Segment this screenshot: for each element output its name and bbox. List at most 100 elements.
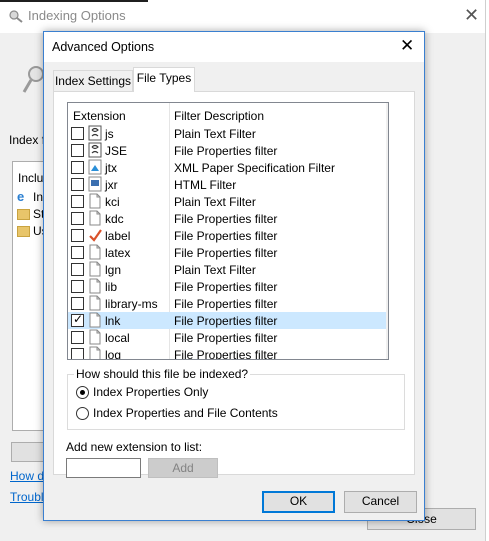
blank-file-icon xyxy=(89,295,101,311)
filter-description-cell: XML Paper Specification Filter xyxy=(174,161,335,175)
extension-cell: kci xyxy=(105,195,120,209)
row-checkbox[interactable] xyxy=(71,212,84,225)
row-checkbox[interactable] xyxy=(71,297,84,310)
window-edge xyxy=(485,0,489,541)
row-checkbox[interactable] xyxy=(71,178,84,191)
extension-cell: lib xyxy=(105,280,118,294)
advanced-options-dialog: Advanced Options ✕ Index Settings File T… xyxy=(43,31,425,521)
folder-icon xyxy=(17,225,30,237)
filter-description-cell: File Properties filter xyxy=(174,314,278,328)
blank-file-icon xyxy=(89,346,101,359)
extension-cell: lgn xyxy=(105,263,122,277)
modify-button[interactable] xyxy=(11,442,47,462)
table-row[interactable]: lib File Properties filter xyxy=(68,278,386,295)
table-row[interactable]: jtx XML Paper Specification Filter xyxy=(68,159,386,176)
table-row[interactable]: kci Plain Text Filter xyxy=(68,193,386,210)
table-row[interactable]: js Plain Text Filter xyxy=(68,125,386,142)
table-row[interactable]: lnk File Properties filter xyxy=(68,312,386,329)
filter-description-cell: Plain Text Filter xyxy=(174,195,256,209)
file-extension-list[interactable]: Extension Filter Description js Plain Tex… xyxy=(67,102,389,360)
add-extension-input[interactable] xyxy=(66,458,141,478)
extension-cell: label xyxy=(105,229,131,243)
cancel-button[interactable]: Cancel xyxy=(344,491,417,513)
filter-description-cell: File Properties filter xyxy=(174,144,278,158)
script-file-icon xyxy=(88,125,102,141)
indexing-options-title: Indexing Options xyxy=(28,8,126,23)
list-item[interactable]: e In xyxy=(17,189,43,205)
xps-file-icon xyxy=(88,159,102,175)
list-item-label: In xyxy=(33,190,44,204)
ok-button[interactable]: OK xyxy=(262,491,335,513)
table-row[interactable]: latex File Properties filter xyxy=(68,244,386,261)
blank-file-icon xyxy=(89,329,101,345)
filter-description-cell: File Properties filter xyxy=(174,297,278,311)
row-checkbox[interactable] xyxy=(71,280,84,293)
filter-description-cell: HTML Filter xyxy=(174,178,237,192)
row-checkbox[interactable] xyxy=(71,161,84,174)
blank-file-icon xyxy=(89,278,101,294)
extension-cell: kdc xyxy=(105,212,124,226)
table-row[interactable]: jxr HTML Filter xyxy=(68,176,386,193)
list-header: Extension Filter Description xyxy=(68,103,386,359)
row-checkbox[interactable] xyxy=(71,263,84,276)
row-checkbox[interactable] xyxy=(71,195,84,208)
table-row[interactable]: label File Properties filter xyxy=(68,227,386,244)
add-extension-label: Add new extension to list: xyxy=(66,440,203,454)
radio-properties-only[interactable]: Index Properties Only xyxy=(76,385,208,399)
extension-cell: jxr xyxy=(105,178,118,192)
radio-button[interactable] xyxy=(76,406,89,420)
filter-description-cell: File Properties filter xyxy=(174,212,278,226)
column-header-extension[interactable]: Extension xyxy=(73,109,126,123)
check-mark-icon xyxy=(89,229,102,242)
radio-properties-and-contents[interactable]: Index Properties and File Contents xyxy=(76,406,278,420)
tab-index-settings[interactable]: Index Settings xyxy=(53,70,133,92)
row-checkbox[interactable] xyxy=(71,144,84,157)
blank-file-icon xyxy=(89,312,101,328)
html-file-icon xyxy=(88,176,102,192)
column-header-filter-description[interactable]: Filter Description xyxy=(174,109,264,123)
extension-cell: js xyxy=(105,127,114,141)
table-row[interactable]: JSE File Properties filter xyxy=(68,142,386,159)
row-checkbox[interactable] xyxy=(71,229,84,242)
extension-cell: latex xyxy=(105,246,131,260)
filter-description-cell: File Properties filter xyxy=(174,331,278,345)
table-row[interactable]: log File Properties filter xyxy=(68,346,386,360)
script-file-icon xyxy=(88,142,102,158)
radio-label: Index Properties Only xyxy=(93,385,209,399)
tab-file-types[interactable]: File Types xyxy=(133,67,195,92)
radio-button[interactable] xyxy=(76,385,89,399)
ie-icon: e xyxy=(17,188,25,204)
vertical-scrollbar[interactable]: ︿ ﹀ xyxy=(386,103,388,359)
table-row[interactable]: library-ms File Properties filter xyxy=(68,295,386,312)
blank-file-icon xyxy=(89,210,101,226)
extension-cell: jtx xyxy=(105,161,117,175)
filter-description-cell: Plain Text Filter xyxy=(174,127,256,141)
add-button[interactable]: Add xyxy=(148,458,218,478)
blank-file-icon xyxy=(89,244,101,260)
magnifier-icon xyxy=(9,10,23,23)
row-checkbox[interactable] xyxy=(71,331,84,344)
close-icon[interactable]: ✕ xyxy=(400,37,414,54)
row-checkbox[interactable] xyxy=(71,348,84,359)
extension-cell: local xyxy=(105,331,130,345)
extension-cell: JSE xyxy=(105,144,128,158)
table-row[interactable]: kdc File Properties filter xyxy=(68,210,386,227)
filter-description-cell: File Properties filter xyxy=(174,229,278,243)
row-checkbox[interactable] xyxy=(71,312,84,327)
table-row[interactable]: local File Properties filter xyxy=(68,329,386,346)
row-checkbox[interactable] xyxy=(71,127,84,140)
index-locations-label: Index f xyxy=(9,133,46,147)
close-icon[interactable]: ✕ xyxy=(464,6,479,24)
index-method-label: How should this file be indexed? xyxy=(74,367,251,381)
filter-description-cell: File Properties filter xyxy=(174,280,278,294)
folder-icon xyxy=(17,208,30,220)
index-method-group: How should this file be indexed? Index P… xyxy=(67,367,405,430)
file-types-panel: Extension Filter Description js Plain Tex… xyxy=(53,91,415,478)
radio-label: Index Properties and File Contents xyxy=(93,406,278,420)
extension-cell: log xyxy=(105,348,122,360)
table-row[interactable]: lgn Plain Text Filter xyxy=(68,261,386,278)
row-checkbox[interactable] xyxy=(71,246,84,259)
filter-description-cell: File Properties filter xyxy=(174,348,278,360)
taskbar-edge xyxy=(0,0,148,2)
list-item[interactable]: St xyxy=(17,206,44,222)
